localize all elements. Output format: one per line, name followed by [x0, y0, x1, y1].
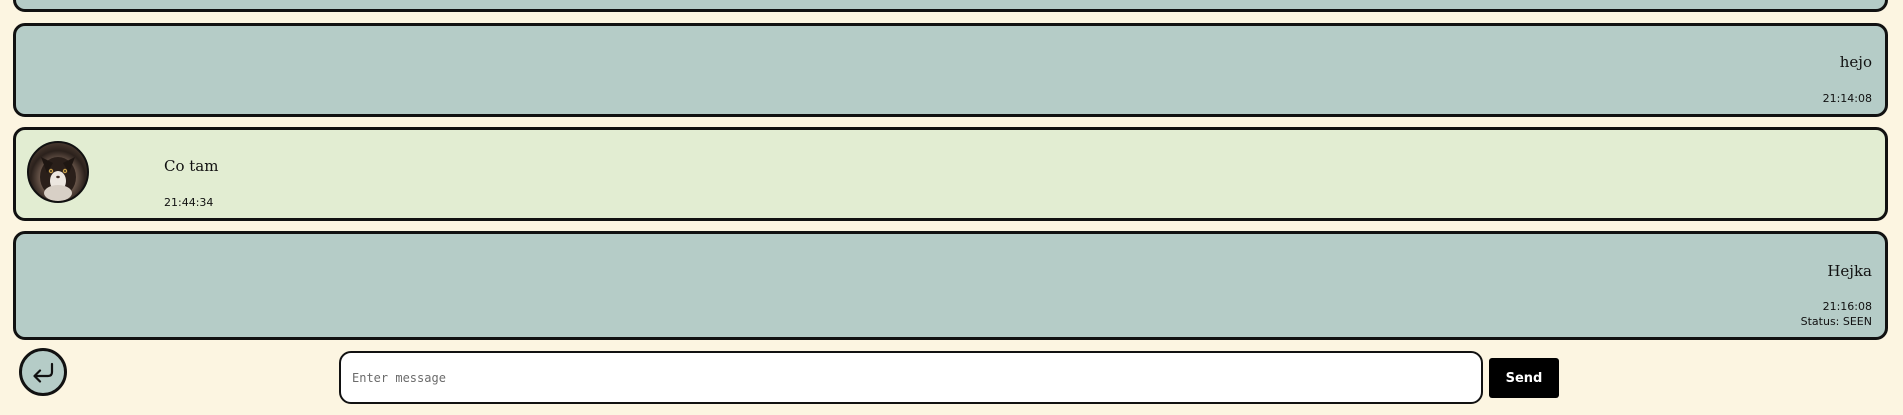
- message-timestamp: 21:14:08: [1822, 92, 1872, 105]
- message-input[interactable]: [339, 351, 1483, 404]
- message-status: Status: SEEN: [1800, 315, 1872, 328]
- message-text: hejo: [1839, 53, 1872, 71]
- avatar: [27, 141, 89, 203]
- message-bubble-partial: [13, 0, 1888, 12]
- send-button[interactable]: Send: [1489, 358, 1559, 398]
- return-arrow-icon: [33, 362, 54, 383]
- message-bubble-own: Hejka 21:16:08 Status: SEEN: [13, 231, 1888, 340]
- message-timestamp: 21:16:08: [1822, 300, 1872, 313]
- back-button[interactable]: [19, 348, 67, 396]
- cat-avatar-icon: [40, 157, 76, 201]
- message-bubble-other: Co tam 21:44:34: [13, 127, 1888, 221]
- message-text: Hejka: [1827, 262, 1872, 280]
- chat-window: hejo 21:14:08 Co tam 21:44:34 Hejka 21:1…: [0, 0, 1903, 415]
- message-bubble-own: hejo 21:14:08: [13, 23, 1888, 117]
- message-text: Co tam: [164, 157, 219, 175]
- message-timestamp: 21:44:34: [164, 196, 214, 209]
